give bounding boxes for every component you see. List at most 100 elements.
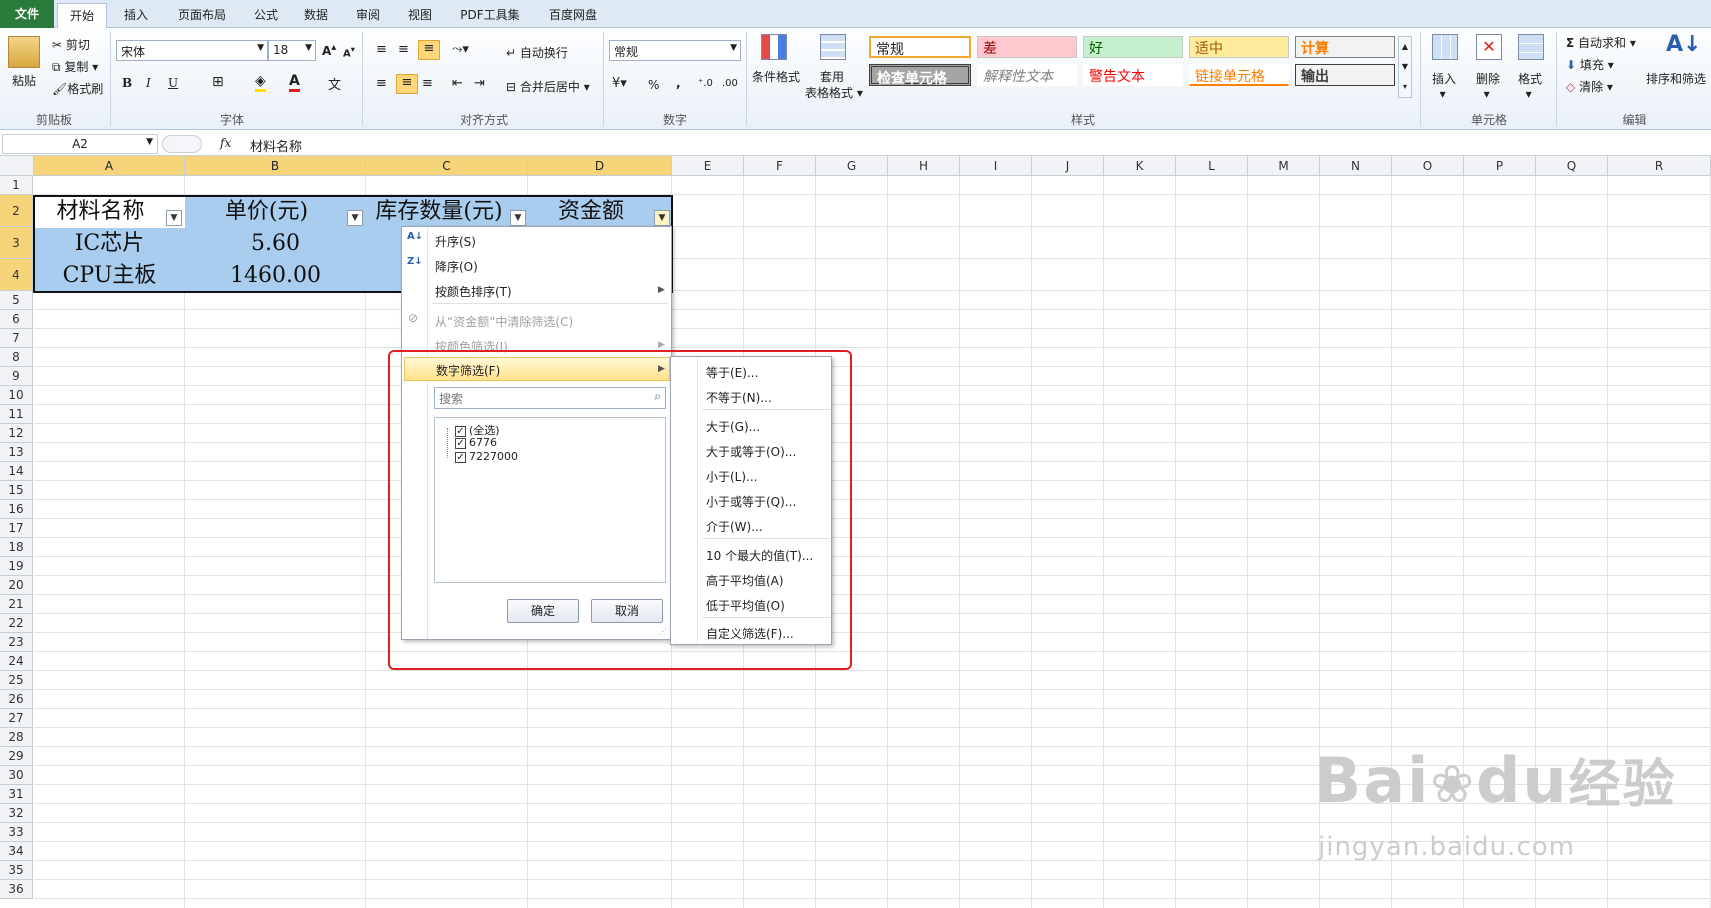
gridline [34, 499, 1711, 500]
gridline [34, 442, 1711, 443]
row-header[interactable]: 19 [0, 557, 33, 576]
gridline [34, 518, 1711, 519]
table-cell[interactable]: 5.60 [185, 228, 366, 260]
sort-by-color-item[interactable]: 按颜色排序(T) [435, 283, 512, 300]
header-fund-amount[interactable]: 资金额 [528, 196, 672, 228]
row-header[interactable]: 9 [0, 367, 33, 386]
header-unit-price[interactable]: 单价(元) [185, 196, 366, 228]
gridline [34, 727, 1711, 728]
row-header[interactable]: 36 [0, 880, 33, 899]
row-header[interactable]: 32 [0, 804, 33, 823]
column-header[interactable]: B [185, 156, 366, 176]
gridline [34, 366, 1711, 367]
sort-desc-icon: Z↓ [407, 256, 423, 267]
watermark-brand: Bai [1314, 744, 1431, 817]
row-header[interactable]: 13 [0, 443, 33, 462]
header-material-name[interactable]: 材料名称 [34, 196, 185, 228]
row-header[interactable]: 28 [0, 728, 33, 747]
filter-dropdown-icon[interactable]: ▼ [347, 210, 363, 226]
gridline [1175, 176, 1176, 908]
column-header[interactable]: P [1464, 156, 1536, 176]
column-header[interactable]: N [1320, 156, 1392, 176]
header-stock-quantity[interactable]: 库存数量(元) [366, 196, 528, 228]
gridline [34, 594, 1711, 595]
gridline [34, 480, 1711, 481]
column-header[interactable]: F [744, 156, 816, 176]
row-header[interactable]: 17 [0, 519, 33, 538]
row-header[interactable]: 29 [0, 747, 33, 766]
row-header[interactable]: 1 [0, 176, 33, 195]
row-header[interactable]: 12 [0, 424, 33, 443]
row-header[interactable]: 5 [0, 291, 33, 310]
column-header[interactable]: K [1104, 156, 1176, 176]
row-header[interactable]: 23 [0, 633, 33, 652]
column-header[interactable]: C [366, 156, 528, 176]
row-header[interactable]: 11 [0, 405, 33, 424]
column-header[interactable]: J [1032, 156, 1104, 176]
column-header[interactable]: D [528, 156, 672, 176]
row-header[interactable]: 34 [0, 842, 33, 861]
row-header[interactable]: 8 [0, 348, 33, 367]
row-header[interactable]: 7 [0, 329, 33, 348]
row-header[interactable]: 6 [0, 310, 33, 329]
row-header[interactable]: 21 [0, 595, 33, 614]
row-header[interactable]: 25 [0, 671, 33, 690]
gridline [959, 176, 960, 908]
sort-ascending-item[interactable]: 升序(S) [435, 233, 476, 250]
table-cell[interactable]: CPU主板 [34, 260, 185, 292]
row-header[interactable]: 30 [0, 766, 33, 785]
column-header[interactable]: Q [1536, 156, 1608, 176]
row-header[interactable]: 24 [0, 652, 33, 671]
chevron-right-icon: ▶ [658, 340, 665, 350]
row-header[interactable]: 10 [0, 386, 33, 405]
row-header[interactable]: 20 [0, 576, 33, 595]
row-header[interactable]: 14 [0, 462, 33, 481]
filter-dropdown-icon[interactable]: ▼ [166, 210, 182, 226]
row-header[interactable]: 2 [0, 195, 33, 227]
row-header[interactable]: 31 [0, 785, 33, 804]
filter-dropdown-icon[interactable]: ▼ [654, 210, 670, 226]
column-header[interactable]: R [1608, 156, 1711, 176]
sort-asc-icon: A↓ [407, 231, 424, 242]
row-header[interactable]: 35 [0, 861, 33, 880]
row-header[interactable]: 3 [0, 227, 33, 259]
column-header[interactable]: L [1176, 156, 1248, 176]
column-header[interactable]: E [672, 156, 744, 176]
column-header[interactable]: M [1248, 156, 1320, 176]
sort-descending-item[interactable]: 降序(O) [435, 258, 478, 275]
gridline [34, 879, 1711, 880]
gridline [34, 404, 1711, 405]
row-header[interactable]: 22 [0, 614, 33, 633]
watermark-cn: 经验 [1568, 755, 1677, 815]
row-header[interactable]: 26 [0, 690, 33, 709]
table-cell[interactable]: IC芯片 [34, 228, 185, 260]
row-header[interactable]: 16 [0, 500, 33, 519]
gridline [34, 613, 1711, 614]
row-header[interactable]: 4 [0, 259, 33, 291]
gridline [34, 537, 1711, 538]
chevron-right-icon: ▶ [658, 285, 665, 295]
paw-icon: ❀ [1430, 755, 1476, 815]
gridline [34, 423, 1711, 424]
watermark-url: jingyan.baidu.com [1318, 832, 1575, 862]
column-header[interactable]: A [34, 156, 185, 176]
column-header[interactable]: O [1392, 156, 1464, 176]
gridline [34, 575, 1711, 576]
gridline [34, 822, 1711, 823]
menu-separator [432, 303, 668, 304]
row-header[interactable]: 27 [0, 709, 33, 728]
column-header[interactable]: G [816, 156, 888, 176]
row-header[interactable]: 33 [0, 823, 33, 842]
clear-filter-item[interactable]: 从“资金额”中清除筛选(C) [435, 313, 573, 330]
row-header[interactable]: 15 [0, 481, 33, 500]
gridline [34, 651, 1711, 652]
table-cell[interactable]: 1460.00 [185, 260, 366, 292]
baidu-watermark-logo: Bai❀du经验 [1314, 742, 1676, 817]
column-header[interactable]: H [888, 156, 960, 176]
gridline [34, 556, 1711, 557]
column-header[interactable]: I [960, 156, 1032, 176]
select-all-corner[interactable] [0, 156, 34, 176]
gridline [34, 670, 1711, 671]
row-header[interactable]: 18 [0, 538, 33, 557]
filter-dropdown-icon[interactable]: ▼ [510, 210, 526, 226]
